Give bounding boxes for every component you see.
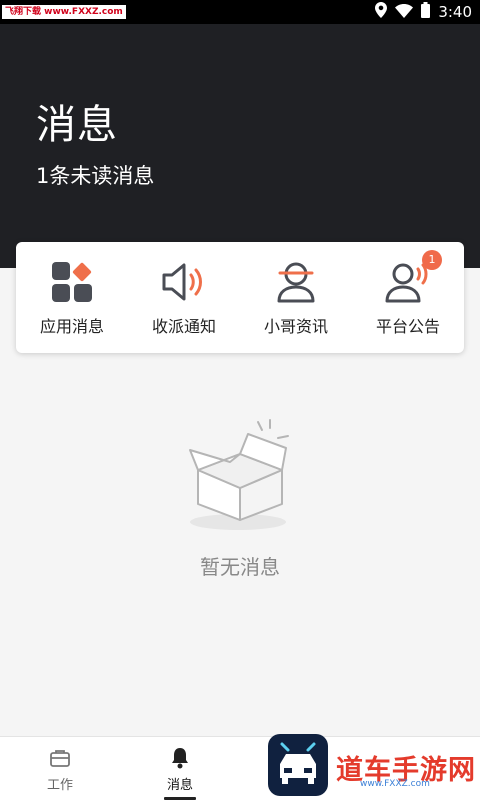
page-title: 消息: [36, 102, 118, 148]
watermark-top: 飞翔下载 www.FXXZ.com: [2, 5, 126, 19]
status-time: 3:40: [438, 3, 472, 21]
tab-label: 工作: [46, 778, 73, 793]
tab-messages[interactable]: 消息: [120, 737, 240, 800]
app-grid-icon: [49, 259, 95, 305]
header: 消息 1条未读消息: [0, 24, 480, 268]
category-courier-news[interactable]: 小哥资讯: [240, 242, 352, 353]
category-label: 平台公告: [375, 317, 440, 336]
speaker-icon: [161, 259, 207, 305]
battery-icon: [421, 2, 431, 22]
courier-icon: [273, 259, 319, 305]
empty-state-text: 暂无消息: [200, 555, 280, 579]
category-label: 收派通知: [151, 317, 216, 336]
wifi-icon: [395, 3, 414, 22]
category-label: 小哥资讯: [263, 317, 328, 336]
unread-count: 1条未读消息: [36, 164, 155, 188]
watermark-bottom-url: www.FXXZ.com: [360, 779, 430, 789]
category-label: 应用消息: [39, 317, 104, 336]
category-dispatch-notice[interactable]: 收派通知: [128, 242, 240, 353]
empty-box-icon: [186, 418, 296, 533]
briefcase-icon: [49, 747, 71, 769]
status-bar: 飞翔下载 www.FXXZ.com 3:40: [0, 0, 480, 24]
status-icons: 3:40: [375, 0, 472, 24]
watermark-logo: [268, 734, 328, 796]
location-icon: [375, 2, 388, 22]
tab-label: 消息: [166, 778, 193, 793]
unread-badge: 1: [422, 250, 442, 270]
tab-work[interactable]: 工作: [0, 737, 120, 800]
category-card: 应用消息 收派通知 小哥资讯 平台公告 1: [16, 242, 464, 353]
bell-icon: [170, 747, 190, 769]
category-platform-announcement[interactable]: 平台公告 1: [352, 242, 464, 353]
category-app-messages[interactable]: 应用消息: [16, 242, 128, 353]
